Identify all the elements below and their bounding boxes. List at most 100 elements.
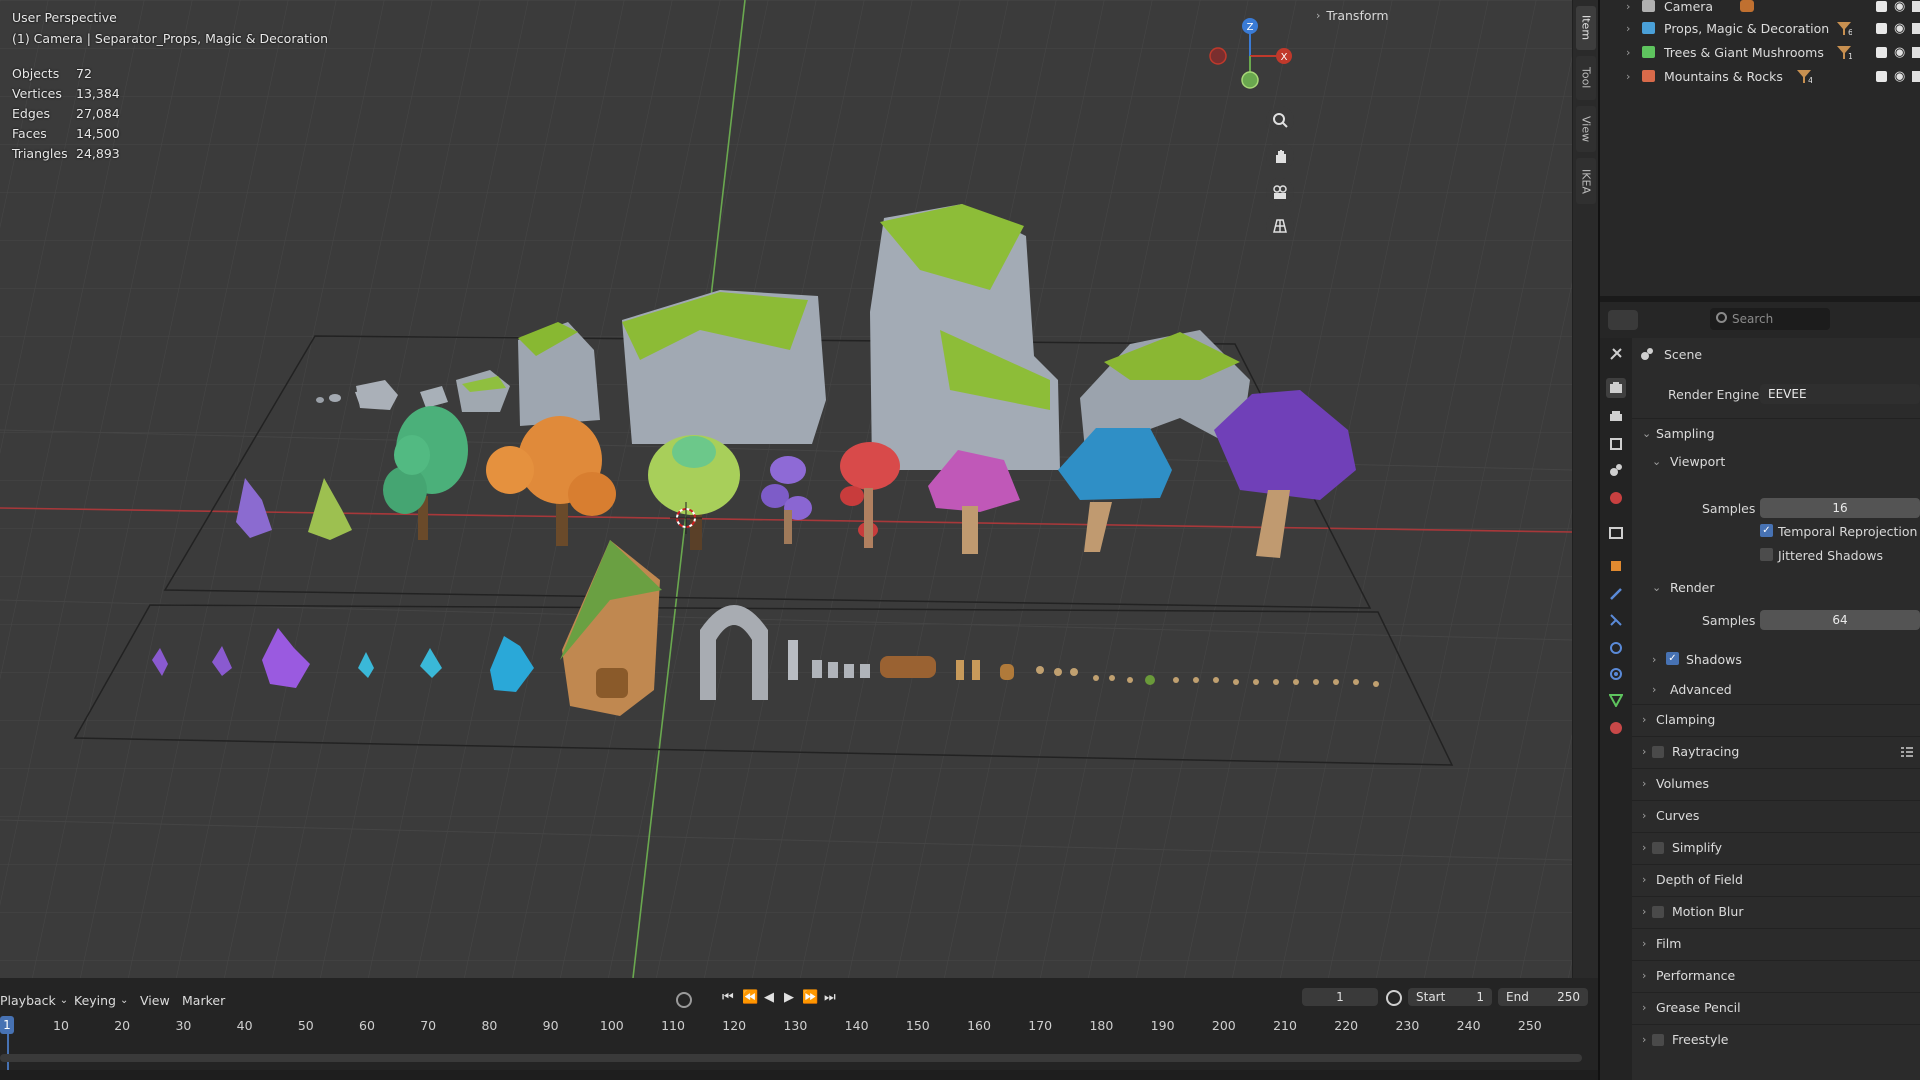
frame-ruler[interactable]: 1 10 20 30 40 50 60 70 80 90 100 110 120 130 140 150 16…	[0, 1016, 1590, 1036]
panel-simplify[interactable]: › Simplify	[1632, 832, 1920, 862]
gizmo-neg-x-icon[interactable]	[1209, 47, 1227, 65]
output-tab-icon[interactable]	[1606, 406, 1626, 426]
render-camera-icon[interactable]	[1912, 70, 1920, 82]
scene-context-row: Scene	[1640, 342, 1702, 366]
simplify-checkbox[interactable]	[1652, 841, 1664, 854]
chevron-right-icon[interactable]: ›	[1626, 46, 1630, 59]
stopwatch-icon[interactable]	[1386, 990, 1402, 1006]
exclude-checkbox[interactable]	[1876, 46, 1887, 58]
outliner-row-mountains[interactable]: › Mountains & Rocks 4 ◉	[1600, 64, 1920, 88]
motion-blur-checkbox[interactable]	[1652, 905, 1664, 918]
temporal-reprojection-checkbox[interactable]: ✓	[1760, 524, 1773, 537]
frame-indicator[interactable]: 1	[0, 1016, 14, 1034]
world-tab-icon[interactable]	[1606, 488, 1626, 508]
scene-tab-icon[interactable]	[1606, 460, 1626, 480]
panel-motion-blur[interactable]: › Motion Blur	[1632, 896, 1920, 926]
view-layer-tab-icon[interactable]	[1606, 434, 1626, 454]
render-tab-icon[interactable]	[1606, 378, 1626, 398]
search-input[interactable]: Search	[1710, 308, 1830, 330]
tab-ikea[interactable]: IKEA	[1576, 158, 1596, 204]
constraints-tab-icon[interactable]	[1606, 664, 1626, 684]
camera-view-icon[interactable]	[1266, 178, 1294, 206]
timeline-scrollbar[interactable]	[0, 1054, 1582, 1062]
collection-tab-icon[interactable]	[1606, 522, 1626, 542]
start-frame-field[interactable]: Start 1	[1408, 988, 1492, 1006]
render-samples-field[interactable]: 64	[1760, 610, 1920, 630]
pan-hand-icon[interactable]	[1266, 142, 1294, 170]
list-options-icon[interactable]	[1900, 745, 1914, 759]
auto-keying-icon[interactable]	[676, 992, 692, 1008]
tab-item[interactable]: Item	[1576, 6, 1596, 50]
outliner-row-props[interactable]: › Props, Magic & Decoration 6 ◉	[1600, 16, 1920, 40]
tool-tab-icon[interactable]	[1606, 344, 1626, 364]
panel-raytracing[interactable]: › Raytracing	[1632, 736, 1920, 766]
chevron-right-icon[interactable]: ›	[1626, 0, 1630, 13]
panel-clamping[interactable]: › Clamping	[1632, 704, 1920, 734]
eye-icon[interactable]: ◉	[1894, 45, 1905, 60]
particles-tab-icon[interactable]	[1606, 610, 1626, 630]
ruler-tick-label: 30	[175, 1018, 192, 1033]
outliner-row-trees[interactable]: › Trees & Giant Mushrooms 1 ◉	[1600, 40, 1920, 64]
eye-icon[interactable]: ◉	[1894, 69, 1905, 84]
3d-viewport[interactable]: Z X User Perspective (1) Camera | Separa…	[0, 0, 1572, 978]
raytracing-checkbox[interactable]	[1652, 745, 1664, 758]
jump-keyframe-forward-icon[interactable]: ⏩	[802, 990, 818, 1005]
material-tab-icon[interactable]	[1606, 718, 1626, 738]
render-camera-icon[interactable]	[1912, 22, 1920, 34]
panel-grease-pencil[interactable]: › Grease Pencil	[1632, 992, 1920, 1022]
menu-view[interactable]: View	[140, 989, 170, 1011]
exclude-checkbox[interactable]	[1876, 22, 1887, 34]
menu-keying[interactable]: Keying ⌄	[74, 989, 128, 1011]
freestyle-checkbox[interactable]	[1652, 1033, 1664, 1046]
panel-volumes[interactable]: › Volumes	[1632, 768, 1920, 798]
current-frame-field[interactable]: 1	[1302, 988, 1378, 1006]
tab-tool[interactable]: Tool	[1576, 56, 1596, 100]
menu-playback[interactable]: Playback ⌄	[0, 989, 68, 1011]
end-frame-field[interactable]: End 250	[1498, 988, 1588, 1006]
subpanel-shadows[interactable]: › ✓ Shadows	[1632, 644, 1920, 674]
modifier-wrench-icon[interactable]	[1606, 584, 1626, 604]
ruler-tick-label: 10	[53, 1018, 69, 1033]
ruler-tick-label: 230	[1395, 1018, 1420, 1033]
ortho-grid-icon[interactable]	[1266, 212, 1294, 240]
data-tab-icon[interactable]	[1606, 690, 1626, 710]
panel-sampling[interactable]: ⌄ Sampling	[1632, 418, 1920, 448]
render-engine-dropdown[interactable]: EEVEE	[1760, 384, 1920, 404]
object-tab-icon[interactable]	[1606, 556, 1626, 576]
render-camera-icon[interactable]	[1912, 0, 1920, 12]
exclude-checkbox[interactable]	[1876, 0, 1887, 12]
play-icon[interactable]: ▶	[784, 990, 794, 1005]
menu-marker[interactable]: Marker	[182, 989, 225, 1011]
jump-keyframe-back-icon[interactable]: ⏪	[742, 990, 758, 1005]
panel-depth-of-field[interactable]: › Depth of Field	[1632, 864, 1920, 894]
exclude-checkbox[interactable]	[1876, 70, 1887, 82]
panel-curves[interactable]: › Curves	[1632, 800, 1920, 830]
tab-view[interactable]: View	[1576, 106, 1596, 152]
sidebar-tabs: Item Tool View IKEA	[1572, 0, 1598, 978]
eye-icon[interactable]: ◉	[1894, 0, 1905, 14]
zoom-icon[interactable]	[1266, 106, 1294, 134]
play-reverse-icon[interactable]: ◀	[764, 990, 774, 1005]
jump-end-icon[interactable]: ⏭	[824, 990, 836, 1005]
subpanel-advanced[interactable]: › Advanced	[1632, 674, 1920, 704]
render-camera-icon[interactable]	[1912, 46, 1920, 58]
panel-film[interactable]: › Film	[1632, 928, 1920, 958]
collection-icon	[1642, 46, 1655, 58]
panel-performance[interactable]: › Performance	[1632, 960, 1920, 990]
sidebar-transform-panel[interactable]: › Transform	[1316, 4, 1571, 26]
viewport-samples-field[interactable]: 16	[1760, 498, 1920, 518]
subpanel-render[interactable]: ⌄ Render	[1632, 572, 1920, 602]
panel-title: Depth of Field	[1656, 872, 1743, 887]
subpanel-viewport[interactable]: ⌄ Viewport	[1632, 446, 1920, 476]
gizmo-y-icon[interactable]	[1241, 71, 1259, 89]
chevron-right-icon[interactable]: ›	[1626, 70, 1630, 83]
eye-icon[interactable]: ◉	[1894, 21, 1905, 36]
shadows-checkbox[interactable]: ✓	[1666, 652, 1679, 665]
jump-start-icon[interactable]: ⏮	[722, 990, 734, 1005]
editor-type-button[interactable]	[1608, 310, 1638, 330]
jittered-shadows-checkbox[interactable]	[1760, 548, 1773, 561]
chevron-right-icon[interactable]: ›	[1626, 22, 1630, 35]
panel-freestyle[interactable]: › Freestyle	[1632, 1024, 1920, 1054]
physics-tab-icon[interactable]	[1606, 638, 1626, 658]
gizmo-z-label: Z	[1247, 22, 1254, 33]
